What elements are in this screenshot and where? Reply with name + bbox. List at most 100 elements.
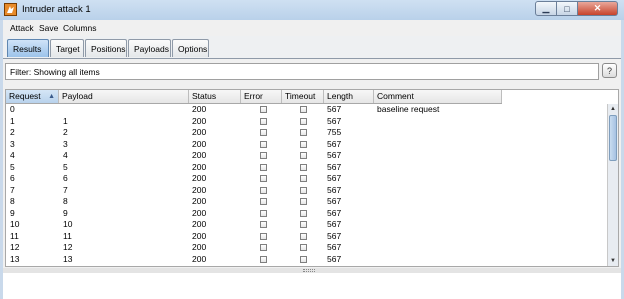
cell-length: 567	[327, 253, 342, 264]
timeout-checkbox	[300, 152, 307, 159]
sort-ascending-icon: ▲	[48, 93, 55, 100]
minimize-icon: ▁	[542, 3, 550, 13]
error-checkbox	[260, 221, 267, 228]
error-checkbox	[260, 198, 267, 205]
timeout-checkbox	[300, 244, 307, 251]
cell-status: 200	[192, 230, 207, 241]
menu-attack[interactable]: Attack	[10, 23, 34, 33]
title-bar: Intruder attack 1 ▁ □ ✕	[0, 0, 624, 21]
cell-request: 12	[10, 242, 20, 252]
detail-pane	[3, 273, 621, 299]
table-row[interactable]: 8 8 200 567	[6, 196, 502, 208]
cell-payload: 10	[63, 219, 73, 229]
table-row[interactable]: 13 13 200 567	[6, 254, 502, 266]
cell-payload: 9	[63, 207, 68, 218]
table-row[interactable]: 5 5 200 567	[6, 162, 502, 174]
column-error[interactable]: Error	[241, 90, 282, 103]
cell-status: 200	[192, 196, 207, 206]
cell-status: 200	[192, 253, 207, 264]
cell-request: 5	[10, 161, 15, 172]
cell-status: 200	[192, 173, 207, 183]
error-checkbox	[260, 140, 267, 148]
tab-payloads[interactable]: Payloads	[128, 39, 171, 57]
timeout-checkbox	[300, 198, 307, 205]
table-row[interactable]: 4 4 200 567	[6, 150, 502, 162]
table-row[interactable]: 7 7 200 567	[6, 185, 502, 197]
window-title: Intruder attack 1	[22, 4, 91, 15]
timeout-checkbox	[300, 209, 307, 217]
table-row[interactable]: 6 6 200 567	[6, 173, 502, 185]
maximize-button[interactable]: □	[557, 1, 578, 16]
cell-status: 200	[192, 184, 207, 195]
error-checkbox	[260, 209, 267, 217]
table-row[interactable]: 11 11 200 567	[6, 231, 502, 243]
error-checkbox	[260, 175, 267, 182]
column-length[interactable]: Length	[324, 90, 374, 103]
splitter-grip-icon[interactable]	[303, 269, 315, 272]
tab-options[interactable]: Options	[172, 39, 209, 57]
cell-length: 567	[327, 184, 342, 195]
menu-columns[interactable]: Columns	[63, 23, 97, 33]
column-payload[interactable]: Payload	[59, 90, 189, 103]
cell-status: 200	[192, 219, 207, 229]
cell-request: 11	[10, 230, 19, 241]
filter-label: Filter: Showing all items	[10, 67, 100, 77]
cell-payload: 4	[63, 150, 68, 160]
error-checkbox	[260, 106, 267, 113]
close-button[interactable]: ✕	[578, 1, 618, 16]
cell-comment: baseline request	[377, 104, 440, 114]
column-timeout[interactable]: Timeout	[282, 90, 324, 103]
menu-save[interactable]: Save	[39, 23, 58, 33]
cell-status: 200	[192, 115, 207, 126]
cell-status: 200	[192, 138, 207, 149]
column-request[interactable]: Request ▲	[6, 90, 59, 103]
cell-length: 567	[327, 207, 342, 218]
table-row[interactable]: 10 10 200 567	[6, 219, 502, 231]
error-checkbox	[260, 186, 267, 194]
cell-payload: 8	[63, 196, 68, 206]
table-row[interactable]: 12 12 200 567	[6, 242, 502, 254]
scroll-down-icon[interactable]: ▼	[608, 256, 618, 266]
timeout-checkbox	[300, 106, 307, 113]
error-checkbox	[260, 255, 267, 263]
table-row[interactable]: 2 2 200 755	[6, 127, 502, 139]
scroll-up-icon[interactable]: ▲	[608, 104, 618, 114]
cell-length: 567	[327, 219, 342, 229]
timeout-checkbox	[300, 255, 307, 263]
column-comment[interactable]: Comment	[374, 90, 502, 103]
timeout-checkbox	[300, 221, 307, 228]
cell-status: 200	[192, 150, 207, 160]
cell-request: 3	[10, 138, 15, 149]
cell-payload: 5	[63, 161, 68, 172]
timeout-checkbox	[300, 129, 307, 136]
filter-bar[interactable]: Filter: Showing all items	[5, 63, 599, 80]
cell-length: 567	[327, 242, 342, 252]
cell-payload: 11	[63, 230, 72, 241]
help-button[interactable]: ?	[602, 63, 617, 78]
table-row[interactable]: 9 9 200 567	[6, 208, 502, 220]
cell-request: 9	[10, 207, 15, 218]
vertical-scrollbar[interactable]: ▲ ▼	[607, 104, 618, 266]
column-status[interactable]: Status	[189, 90, 241, 103]
timeout-checkbox	[300, 140, 307, 148]
menu-bar: Attack Save Columns	[3, 20, 621, 37]
scroll-thumb[interactable]	[609, 115, 617, 161]
tab-target[interactable]: Target	[50, 39, 84, 57]
results-panel: Filter: Showing all items ? Request ▲ Pay…	[3, 59, 621, 299]
minimize-button[interactable]: ▁	[535, 1, 557, 16]
table-row[interactable]: 0 200 567 baseline request	[6, 104, 502, 116]
cell-length: 755	[327, 127, 342, 137]
tab-results[interactable]: Results	[7, 39, 49, 57]
cell-length: 567	[327, 173, 342, 183]
cell-request: 2	[10, 127, 15, 137]
burp-icon	[4, 3, 17, 16]
table-body: 0 200 567 baseline request 1 1 200 567 2 2 200 755 3…	[6, 104, 502, 265]
tab-positions[interactable]: Positions	[85, 39, 127, 57]
cell-request: 1	[10, 115, 15, 126]
error-checkbox	[260, 129, 267, 136]
table-row[interactable]: 1 1 200 567	[6, 116, 502, 128]
error-checkbox	[260, 244, 267, 251]
cell-payload: 2	[63, 127, 68, 137]
table-row[interactable]: 3 3 200 567	[6, 139, 502, 151]
cell-length: 567	[327, 150, 342, 160]
